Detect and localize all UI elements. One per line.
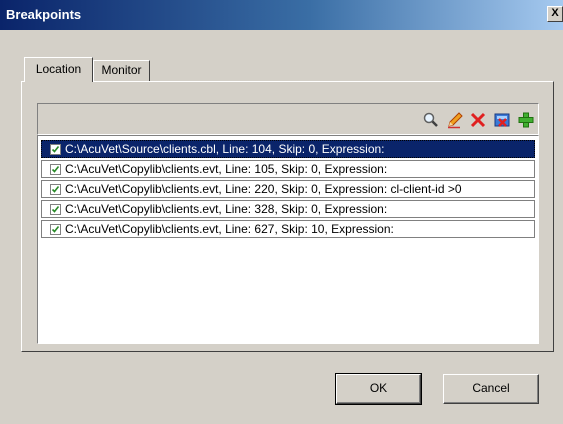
title-bar: Breakpoints X <box>0 0 563 30</box>
window-title: Breakpoints <box>6 7 82 22</box>
clear-all-icon[interactable] <box>493 111 511 129</box>
breakpoint-text: C:\AcuVet\Copylib\clients.evt, Line: 220… <box>65 182 462 196</box>
add-plus-icon[interactable] <box>517 111 535 129</box>
breakpoint-row[interactable]: C:\AcuVet\Copylib\clients.evt, Line: 220… <box>41 180 535 198</box>
breakpoint-checkbox[interactable] <box>50 143 61 155</box>
breakpoint-row[interactable]: C:\AcuVet\Copylib\clients.evt, Line: 627… <box>41 220 535 238</box>
breakpoint-text: C:\AcuVet\Copylib\clients.evt, Line: 328… <box>65 202 388 216</box>
delete-x-icon[interactable] <box>469 111 487 129</box>
breakpoint-text: C:\AcuVet\Source\clients.cbl, Line: 104,… <box>65 142 385 156</box>
magnifier-icon[interactable] <box>422 111 440 129</box>
breakpoint-row[interactable]: C:\AcuVet\Copylib\clients.evt, Line: 328… <box>41 200 535 218</box>
breakpoint-checkbox[interactable] <box>50 203 61 215</box>
breakpoint-list[interactable]: C:\AcuVet\Source\clients.cbl, Line: 104,… <box>37 135 539 344</box>
breakpoint-row[interactable]: C:\AcuVet\Copylib\clients.evt, Line: 105… <box>41 160 535 178</box>
tab-location[interactable]: Location <box>24 57 93 82</box>
breakpoint-text: C:\AcuVet\Copylib\clients.evt, Line: 627… <box>65 222 394 236</box>
breakpoint-toolbar <box>37 103 539 135</box>
breakpoint-checkbox[interactable] <box>50 163 61 175</box>
breakpoint-checkbox[interactable] <box>50 183 61 195</box>
close-button[interactable]: X <box>547 6 563 22</box>
tab-monitor[interactable]: Monitor <box>93 60 150 81</box>
breakpoint-row[interactable]: C:\AcuVet\Source\clients.cbl, Line: 104,… <box>41 140 535 158</box>
breakpoint-text: C:\AcuVet\Copylib\clients.evt, Line: 105… <box>65 162 388 176</box>
pencil-icon[interactable] <box>446 111 464 129</box>
ok-button[interactable]: OK <box>335 373 422 405</box>
cancel-button[interactable]: Cancel <box>443 374 539 404</box>
breakpoint-checkbox[interactable] <box>50 223 61 235</box>
